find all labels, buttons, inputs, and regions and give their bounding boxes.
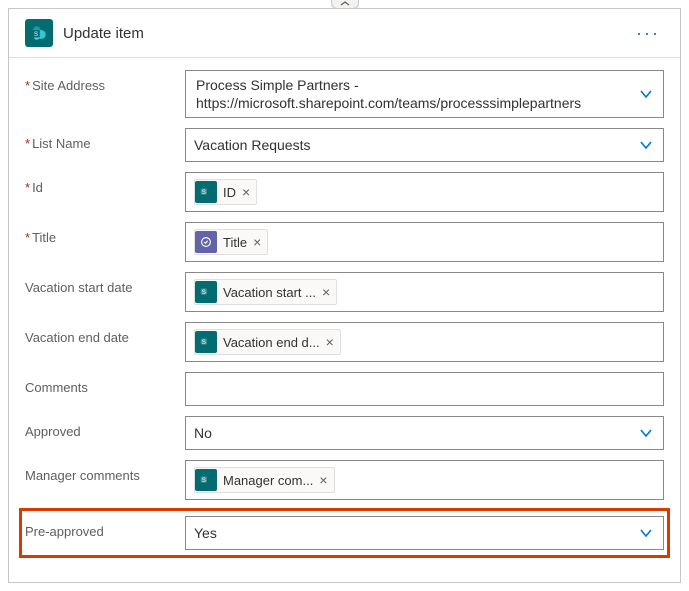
label-list-name: *List Name [25, 128, 185, 151]
chevron-down-icon [639, 426, 653, 440]
sharepoint-icon: S [195, 469, 217, 491]
sharepoint-icon: S [195, 331, 217, 353]
token-remove-icon[interactable]: × [322, 285, 330, 299]
token-vacation-start[interactable]: S Vacation start ... × [194, 279, 337, 305]
more-button[interactable]: ··· [632, 23, 664, 44]
token-title[interactable]: Title × [194, 229, 268, 255]
token-id[interactable]: S ID × [194, 179, 257, 205]
vacation-end-input[interactable]: S Vacation end d... × [185, 322, 664, 362]
label-title: *Title [25, 222, 185, 245]
label-vacation-start: Vacation start date [25, 272, 185, 295]
card-header: S Update item ··· [9, 9, 680, 58]
svg-text:S: S [34, 32, 38, 38]
label-vacation-end: Vacation end date [25, 322, 185, 345]
row-approved: Approved No [25, 416, 664, 450]
label-approved: Approved [25, 416, 185, 439]
chevron-down-icon [639, 87, 653, 101]
site-address-url: https://microsoft.sharepoint.com/teams/p… [196, 95, 625, 111]
row-vacation-end: Vacation end date S Vacation end d... × [25, 322, 664, 362]
site-address-dropdown[interactable]: Process Simple Partners - https://micros… [185, 70, 664, 118]
token-remove-icon[interactable]: × [319, 473, 327, 487]
list-name-dropdown[interactable]: Vacation Requests [185, 128, 664, 162]
row-vacation-start: Vacation start date S Vacation start ...… [25, 272, 664, 312]
token-manager-comments[interactable]: S Manager com... × [194, 467, 335, 493]
sharepoint-icon: S [195, 281, 217, 303]
vacation-start-input[interactable]: S Vacation start ... × [185, 272, 664, 312]
svg-text:S: S [202, 289, 206, 296]
id-input[interactable]: S ID × [185, 172, 664, 212]
row-title: *Title Title × [25, 222, 664, 262]
approved-dropdown[interactable]: No [185, 416, 664, 450]
row-list-name: *List Name Vacation Requests [25, 128, 664, 162]
row-pre-approved: Pre-approved Yes [21, 510, 668, 556]
label-manager-comments: Manager comments [25, 460, 185, 483]
token-remove-icon[interactable]: × [253, 235, 261, 249]
label-site-address: *Site Address [25, 70, 185, 93]
chevron-down-icon [639, 526, 653, 540]
title-input[interactable]: Title × [185, 222, 664, 262]
row-id: *Id S ID × [25, 172, 664, 212]
svg-text:S: S [202, 477, 206, 484]
card-title: Update item [63, 25, 632, 42]
chevron-down-icon [639, 138, 653, 152]
pre-approved-value: Yes [194, 525, 217, 541]
pre-approved-dropdown[interactable]: Yes [185, 516, 664, 550]
comments-input[interactable] [185, 372, 664, 406]
row-manager-comments: Manager comments S Manager com... × [25, 460, 664, 500]
row-site-address: *Site Address Process Simple Partners - … [25, 70, 664, 118]
card-body: *Site Address Process Simple Partners - … [9, 58, 680, 582]
token-remove-icon[interactable]: × [242, 185, 250, 199]
approvals-icon [195, 231, 217, 253]
sharepoint-icon: S [25, 19, 53, 47]
svg-text:S: S [202, 339, 206, 346]
row-comments: Comments [25, 372, 664, 406]
token-remove-icon[interactable]: × [326, 335, 334, 349]
label-pre-approved: Pre-approved [25, 516, 185, 539]
update-item-card: S Update item ··· *Site Address Process … [8, 8, 681, 583]
label-comments: Comments [25, 372, 185, 395]
site-address-name: Process Simple Partners - [196, 77, 625, 93]
approved-value: No [194, 425, 212, 441]
sharepoint-icon: S [195, 181, 217, 203]
collapse-handle[interactable] [331, 0, 359, 9]
token-vacation-end[interactable]: S Vacation end d... × [194, 329, 341, 355]
label-id: *Id [25, 172, 185, 195]
svg-text:S: S [202, 189, 206, 196]
list-name-value: Vacation Requests [194, 137, 310, 153]
manager-comments-input[interactable]: S Manager com... × [185, 460, 664, 500]
